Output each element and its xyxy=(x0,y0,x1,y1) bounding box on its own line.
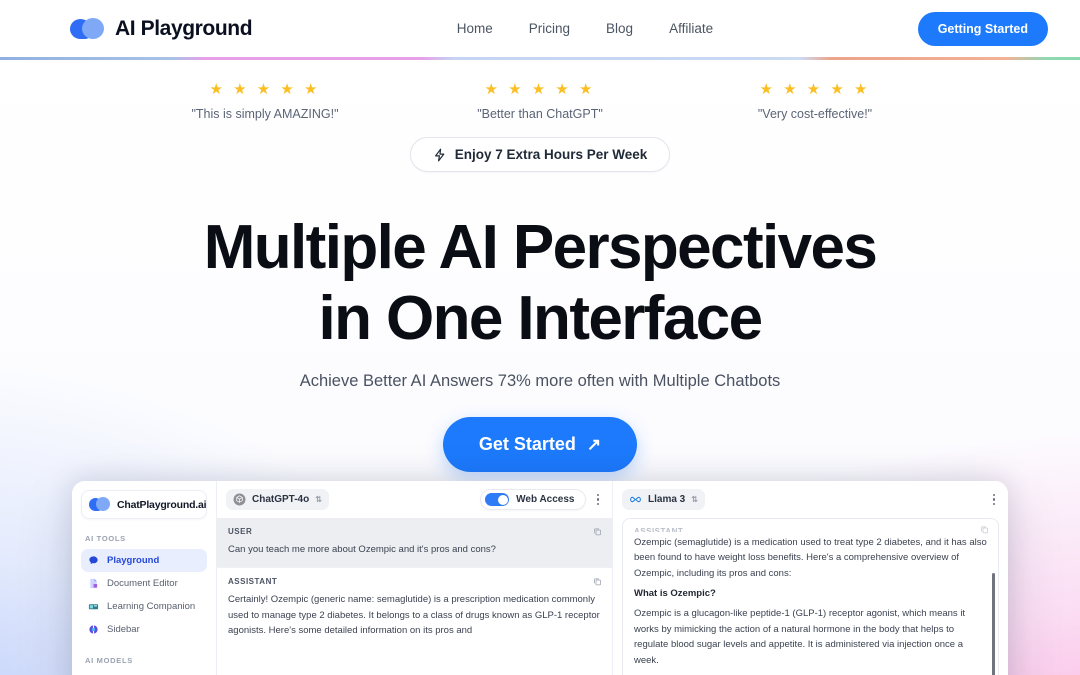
panel-icon xyxy=(89,625,98,634)
nav-item-blog[interactable]: Blog xyxy=(606,21,633,36)
document-icon xyxy=(90,578,98,589)
app-brand-name: ChatPlayground.ai xyxy=(117,498,207,511)
message-assistant: ASSISTANT Certainly! Ozempic (generic na… xyxy=(217,567,612,649)
sidebar-item-playground[interactable]: Playground xyxy=(81,549,207,572)
arrow-up-right-icon: ↗ xyxy=(586,434,602,454)
chevron-updown-icon: ⇅ xyxy=(691,494,698,504)
panel-chatgpt-toolbar: ChatGPT-4o ⇅ Web Access xyxy=(217,481,612,518)
star-rating-icon: ★ ★ ★ ★ ★ xyxy=(759,81,871,98)
panel-llama-actions xyxy=(989,492,1000,508)
panel-llama-toolbar: Llama 3 ⇅ xyxy=(613,481,1008,518)
hero-subheading: Achieve Better AI Answers 73% more often… xyxy=(299,371,781,390)
answer-paragraph: Ozempic is a glucagon-like peptide-1 (GL… xyxy=(634,608,966,666)
kebab-menu-icon[interactable] xyxy=(593,492,604,508)
model-selector-llama[interactable]: Llama 3 ⇅ xyxy=(622,489,705,510)
chat-bubbles-logo-icon xyxy=(89,497,111,512)
panel-chatgpt: ChatGPT-4o ⇅ Web Access USER Can you tea… xyxy=(217,481,613,675)
assistant-answer-card: ASSISTANT Ozempic (semaglutide) is a med… xyxy=(622,518,999,675)
copy-icon[interactable] xyxy=(593,527,602,536)
web-access-label: Web Access xyxy=(516,494,575,505)
star-rating-icon: ★ ★ ★ ★ ★ xyxy=(209,81,321,98)
web-access-toggle[interactable]: Web Access xyxy=(480,489,586,510)
testimonial-1: ★ ★ ★ ★ ★ "This is simply AMAZING!" xyxy=(128,82,403,121)
openai-icon xyxy=(233,493,246,506)
chat-bubble-icon xyxy=(89,556,98,565)
sidebar-section-ai-tools: AI TOOLS xyxy=(85,534,126,543)
sidebar-section-ai-models: AI MODELS xyxy=(85,656,133,665)
sidebar-item-label: Playground xyxy=(107,555,160,566)
header-gradient-divider xyxy=(0,57,1080,60)
message-role-label: ASSISTANT xyxy=(634,527,684,532)
testimonial-quote: "Better than ChatGPT" xyxy=(477,107,603,121)
app-brand-button[interactable]: ChatPlayground.ai xyxy=(81,490,207,519)
model-name: ChatGPT-4o xyxy=(252,494,310,505)
toggle-switch-icon xyxy=(485,493,510,506)
getting-started-button[interactable]: Getting Started xyxy=(917,11,1048,46)
app-preview-window: ChatPlayground.ai AI TOOLS Playground Do… xyxy=(72,481,1008,675)
message-role-label: ASSISTANT xyxy=(228,577,278,587)
headline-line-2: in One Interface xyxy=(318,283,764,353)
kebab-menu-icon[interactable] xyxy=(989,492,1000,508)
lightning-bolt-icon xyxy=(434,148,445,161)
copy-icon[interactable] xyxy=(980,525,989,534)
nav-item-pricing[interactable]: Pricing xyxy=(529,21,570,36)
sidebar-item-sidebar[interactable]: Sidebar xyxy=(81,618,207,641)
message-user: USER Can you teach me more about Ozempic… xyxy=(217,518,612,568)
testimonial-quote: "This is simply AMAZING!" xyxy=(191,107,339,121)
brand-logo[interactable]: AI Playground xyxy=(70,16,253,41)
cta-row: Get Started ↗ xyxy=(0,416,1080,472)
sidebar-item-label: Document Editor xyxy=(107,578,178,589)
model-selector-chatgpt[interactable]: ChatGPT-4o ⇅ xyxy=(226,489,329,510)
get-started-button[interactable]: Get Started ↗ xyxy=(442,416,638,472)
panel-llama: Llama 3 ⇅ ASSISTANT Ozempic (semaglutide… xyxy=(613,481,1008,675)
meta-infinity-icon xyxy=(630,496,641,503)
nav-item-home[interactable]: Home xyxy=(457,21,493,36)
app-sidebar: ChatPlayground.ai AI TOOLS Playground Do… xyxy=(72,481,217,675)
testimonial-3: ★ ★ ★ ★ ★ "Very cost-effective!" xyxy=(678,82,953,121)
brand-name: AI Playground xyxy=(115,16,253,40)
chevron-updown-icon: ⇅ xyxy=(315,494,322,504)
testimonial-quote: "Very cost-effective!" xyxy=(757,107,873,121)
main-navigation: Home Pricing Blog Affiliate xyxy=(457,21,713,36)
sidebar-item-label: Sidebar xyxy=(107,624,140,635)
answer-scrollbar[interactable] xyxy=(991,573,995,675)
panel-chatgpt-body[interactable]: USER Can you teach me more about Ozempic… xyxy=(217,518,612,675)
testimonials-row: ★ ★ ★ ★ ★ "This is simply AMAZING!" ★ ★ … xyxy=(0,60,1080,121)
copy-icon[interactable] xyxy=(593,577,602,586)
sidebar-item-document-editor[interactable]: Document Editor xyxy=(81,572,207,595)
app-panels: ChatGPT-4o ⇅ Web Access USER Can you tea… xyxy=(217,481,1008,675)
message-role-label: USER xyxy=(228,527,253,536)
badge-label: Enjoy 7 Extra Hours Per Week xyxy=(454,147,648,162)
sidebar-item-label: Learning Companion xyxy=(107,601,196,612)
chat-bubbles-logo-icon xyxy=(70,17,106,41)
message-text: Certainly! Ozempic (generic name: semagl… xyxy=(228,594,600,637)
book-icon xyxy=(88,604,99,610)
testimonial-2: ★ ★ ★ ★ ★ "Better than ChatGPT" xyxy=(403,82,678,121)
site-header: AI Playground Home Pricing Blog Affiliat… xyxy=(0,0,1080,57)
extra-hours-badge[interactable]: Enjoy 7 Extra Hours Per Week xyxy=(409,137,671,172)
page-title: Multiple AI Perspectives in One Interfac… xyxy=(0,217,1080,353)
answer-heading: What is Ozempic? xyxy=(634,588,716,600)
answer-paragraph: Ozempic (semaglutide) is a medication us… xyxy=(634,537,987,579)
nav-item-affiliate[interactable]: Affiliate xyxy=(669,21,713,36)
sidebar-tools-list: Playground Document Editor Learning Comp… xyxy=(81,549,207,641)
panel-chatgpt-actions: Web Access xyxy=(480,489,603,510)
get-started-label: Get Started xyxy=(478,433,576,454)
sidebar-item-learning-companion[interactable]: Learning Companion xyxy=(81,595,207,618)
panel-llama-body[interactable]: ASSISTANT Ozempic (semaglutide) is a med… xyxy=(613,518,1008,675)
headline-line-1: Multiple AI Perspectives xyxy=(203,213,878,282)
model-name: Llama 3 xyxy=(648,494,686,505)
badge-row: Enjoy 7 Extra Hours Per Week xyxy=(0,137,1080,172)
message-text: Can you teach me more about Ozempic and … xyxy=(228,544,496,555)
hero-section: ★ ★ ★ ★ ★ "This is simply AMAZING!" ★ ★ … xyxy=(0,60,1080,472)
star-rating-icon: ★ ★ ★ ★ ★ xyxy=(484,81,596,98)
